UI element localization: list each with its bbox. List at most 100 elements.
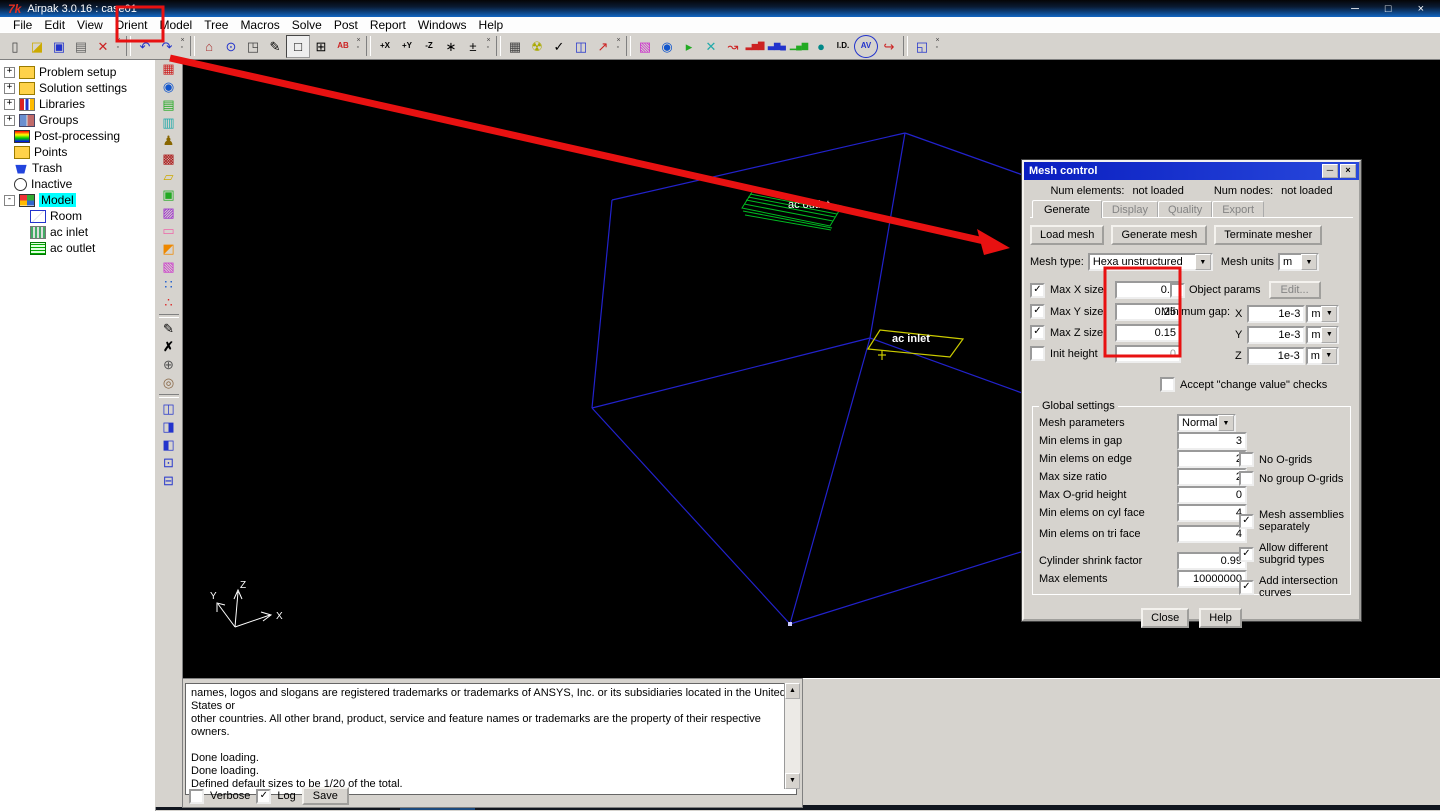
single-window-icon[interactable]: □ bbox=[286, 34, 310, 58]
add-intersection-checkbox[interactable]: ✓ bbox=[1239, 579, 1254, 595]
orient-plus-y-icon[interactable]: +Y bbox=[396, 35, 418, 57]
expander-icon[interactable]: + bbox=[4, 114, 15, 126]
console-text[interactable]: names, logos and slogans are registered … bbox=[185, 683, 797, 795]
max-y-size-checkbox[interactable]: ✓ bbox=[1030, 304, 1045, 319]
load-mesh-button[interactable]: Load mesh bbox=[1030, 225, 1105, 245]
tab-export[interactable]: Export bbox=[1212, 201, 1264, 217]
no-ogrids-checkbox[interactable] bbox=[1239, 452, 1254, 467]
maximize-button[interactable]: □ bbox=[1385, 3, 1392, 15]
dock-handle-icon[interactable]: × ▫ bbox=[614, 37, 623, 55]
tree-item-solution-settings[interactable]: + Solution settings bbox=[0, 80, 155, 96]
max-z-size-input[interactable]: 0.15 bbox=[1115, 323, 1181, 342]
menu-edit[interactable]: Edit bbox=[43, 18, 66, 32]
orient-plus-x-icon[interactable]: +X bbox=[374, 35, 396, 57]
max-z-size-checkbox[interactable]: ✓ bbox=[1030, 325, 1045, 340]
particle-trace-icon[interactable]: ↝ bbox=[722, 35, 744, 57]
mesh-control-icon[interactable]: ▦ bbox=[504, 35, 526, 57]
minimize-button[interactable]: ─ bbox=[1351, 3, 1359, 15]
tree-item-ac-outlet[interactable]: ac outlet bbox=[16, 240, 155, 256]
dialog-close-button[interactable]: × bbox=[1340, 164, 1356, 178]
console-scrollbar[interactable]: ▲ ▼ bbox=[784, 683, 800, 789]
plot-xar-icon[interactable]: ▂▅▇ bbox=[744, 35, 766, 57]
dropdown-arrow-icon[interactable]: ▼ bbox=[1194, 254, 1211, 270]
create-opening-icon[interactable]: ▤ bbox=[158, 96, 180, 114]
radiation-model-icon[interactable]: ☢ bbox=[526, 35, 548, 57]
quad-window-icon[interactable]: ⊞ bbox=[310, 35, 332, 57]
align-edges-icon[interactable]: ◧ bbox=[158, 436, 180, 454]
create-points-icon[interactable]: ∴ bbox=[158, 294, 180, 312]
redo-icon[interactable]: ↷ bbox=[156, 35, 178, 57]
dock-handle-icon[interactable]: × ▫ bbox=[354, 37, 363, 55]
cyl-shrink-input[interactable]: 0.99 bbox=[1177, 552, 1247, 570]
fan-view-icon[interactable]: ◉ bbox=[656, 35, 678, 57]
plot-stat-icon[interactable]: ▁▄▆ bbox=[788, 35, 810, 57]
dock-handle-icon[interactable]: × ▫ bbox=[178, 37, 187, 55]
plot-hist-icon[interactable]: ▃▆▄ bbox=[766, 35, 788, 57]
object-params-checkbox[interactable] bbox=[1170, 282, 1185, 298]
orient-minus-z-icon[interactable]: -Z bbox=[418, 35, 440, 57]
tree-item-inactive[interactable]: Inactive bbox=[0, 176, 155, 192]
dialog-help-button[interactable]: Help bbox=[1199, 608, 1242, 628]
point-marker-icon[interactable]: ✕ bbox=[700, 35, 722, 57]
mesh-type-select[interactable]: Hexa unstructured ▼ bbox=[1087, 253, 1213, 271]
menu-report[interactable]: Report bbox=[369, 18, 407, 32]
gap-x-input[interactable]: 1e-3 bbox=[1247, 304, 1306, 323]
tree-item-model[interactable]: - Model bbox=[0, 192, 155, 208]
print-icon[interactable]: ▤ bbox=[70, 35, 92, 57]
tab-generate[interactable]: Generate bbox=[1032, 200, 1102, 218]
new-file-icon[interactable]: ▯ bbox=[4, 35, 26, 57]
solve-clock-icon[interactable]: ● bbox=[810, 35, 832, 57]
tree-item-post-processing[interactable]: Post-processing bbox=[0, 128, 155, 144]
scale-view-icon[interactable]: ± bbox=[462, 35, 484, 57]
no-group-ogrids-checkbox[interactable] bbox=[1239, 471, 1254, 486]
menu-solve[interactable]: Solve bbox=[291, 18, 323, 32]
scroll-down-icon[interactable]: ▼ bbox=[785, 773, 800, 789]
gap-y-unit-select[interactable]: m ▼ bbox=[1306, 325, 1340, 344]
max-ogrid-height-input[interactable]: 0 bbox=[1177, 486, 1247, 504]
max-x-size-checkbox[interactable]: ✓ bbox=[1030, 282, 1045, 298]
create-plate-icon[interactable]: ◩ bbox=[158, 240, 180, 258]
min-elems-gap-input[interactable]: 3 bbox=[1177, 432, 1247, 450]
max-elements-input[interactable]: 10000000 bbox=[1177, 570, 1247, 588]
expander-icon[interactable]: + bbox=[4, 66, 15, 78]
menu-orient[interactable]: Orient bbox=[114, 18, 149, 32]
expander-icon[interactable]: - bbox=[4, 194, 15, 206]
min-elems-cyl-input[interactable]: 4 bbox=[1177, 504, 1247, 522]
create-enclosure-icon[interactable]: ▭ bbox=[158, 222, 180, 240]
create-network-icon[interactable]: ∷ bbox=[158, 276, 180, 294]
create-heatsink-icon[interactable]: ▨ bbox=[158, 204, 180, 222]
log-checkbox[interactable]: ✓ bbox=[256, 788, 272, 804]
dropdown-arrow-icon[interactable]: ▼ bbox=[1301, 254, 1318, 270]
tree-item-ac-inlet[interactable]: ac inlet bbox=[16, 224, 155, 240]
annotate-text-icon[interactable]: AB bbox=[332, 35, 354, 57]
gap-y-input[interactable]: 1e-3 bbox=[1247, 325, 1306, 344]
generate-mesh-button[interactable]: Generate mesh bbox=[1111, 225, 1208, 245]
menu-windows[interactable]: Windows bbox=[417, 18, 468, 32]
dropdown-arrow-icon[interactable]: ▼ bbox=[1218, 415, 1234, 431]
dialog-minimize-button[interactable]: ─ bbox=[1322, 164, 1338, 178]
create-package-icon[interactable]: ▧ bbox=[158, 258, 180, 276]
min-elems-edge-input[interactable]: 2 bbox=[1177, 450, 1247, 468]
init-height-checkbox[interactable] bbox=[1030, 346, 1045, 361]
window-capture-icon[interactable]: ◱ bbox=[911, 35, 933, 57]
copy-object-icon[interactable]: ⊕ bbox=[158, 356, 180, 374]
menu-macros[interactable]: Macros bbox=[239, 18, 280, 32]
menu-file[interactable]: File bbox=[12, 18, 33, 32]
mesh-control-dialog[interactable]: Mesh control ─ × Num elements: not loade… bbox=[1021, 159, 1362, 628]
dock-handle-icon[interactable]: × ▫ bbox=[484, 37, 493, 55]
save-file-icon[interactable]: ▣ bbox=[48, 35, 70, 57]
menu-view[interactable]: View bbox=[76, 18, 104, 32]
delete-object-icon[interactable]: ✗ bbox=[158, 338, 180, 356]
tree-item-problem-setup[interactable]: + Problem setup bbox=[0, 64, 155, 80]
zoom-icon[interactable]: ⊙ bbox=[220, 35, 242, 57]
dialog-close-action-button[interactable]: Close bbox=[1141, 608, 1190, 628]
tree-item-groups[interactable]: + Groups bbox=[0, 112, 155, 128]
menu-tree[interactable]: Tree bbox=[203, 18, 229, 32]
autoscale-icon[interactable]: AV bbox=[854, 34, 878, 58]
save-log-button[interactable]: Save bbox=[301, 787, 349, 805]
tree-item-points[interactable]: Points bbox=[0, 144, 155, 160]
mesh-parameters-select[interactable]: Normal ▼ bbox=[1177, 414, 1236, 432]
dialog-title-bar[interactable]: Mesh control ─ × bbox=[1024, 162, 1359, 180]
create-resistance-icon[interactable]: ▩ bbox=[158, 150, 180, 168]
menu-model[interactable]: Model bbox=[159, 18, 194, 32]
